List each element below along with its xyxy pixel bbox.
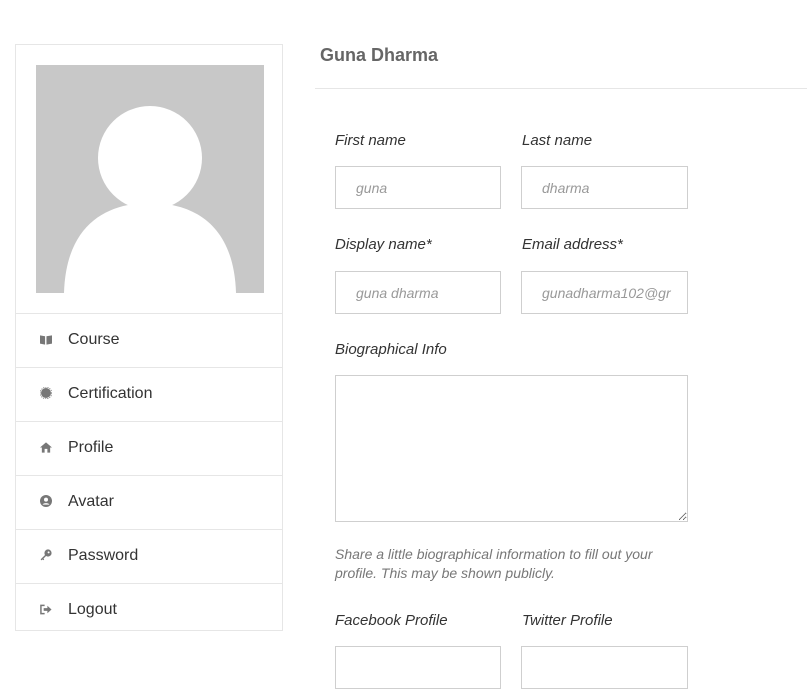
key-icon xyxy=(40,549,52,561)
header-divider xyxy=(315,88,807,89)
sidebar-item-label: Logout xyxy=(68,601,117,618)
page-title: Guna Dharma xyxy=(320,45,439,65)
sidebar-item-logout[interactable]: Logout xyxy=(16,584,282,637)
facebook-profile-label: Facebook Profile xyxy=(335,612,448,629)
sidebar-menu: Course Certification Profile Avatar Pass… xyxy=(16,313,282,637)
twitter-profile-field[interactable] xyxy=(521,646,688,689)
sidebar-item-avatar[interactable]: Avatar xyxy=(16,476,282,530)
last-name-label: Last name xyxy=(522,132,593,149)
bio-help-text: Share a little biographical information … xyxy=(335,546,653,581)
sidebar-item-label: Profile xyxy=(68,439,114,456)
sidebar-item-certification[interactable]: Certification xyxy=(16,368,282,422)
sidebar-item-label: Certification xyxy=(68,385,153,402)
home-icon xyxy=(40,441,52,453)
book-icon xyxy=(40,333,52,345)
badge-icon xyxy=(40,387,52,399)
bio-textarea[interactable] xyxy=(335,375,688,522)
sidebar-item-label: Course xyxy=(68,331,120,348)
last-name-field[interactable] xyxy=(521,166,688,209)
user-circle-icon xyxy=(40,495,52,507)
display-name-field[interactable] xyxy=(335,271,501,314)
bio-label: Biographical Info xyxy=(335,341,447,358)
twitter-profile-label: Twitter Profile xyxy=(522,612,613,629)
first-name-field[interactable] xyxy=(335,166,501,209)
avatar xyxy=(36,65,264,293)
sidebar-item-label: Password xyxy=(68,547,139,564)
sidebar-item-label: Avatar xyxy=(68,493,114,510)
email-label: Email address* xyxy=(522,236,623,253)
display-name-label: Display name* xyxy=(335,236,432,253)
default-avatar-icon xyxy=(36,65,264,293)
sidebar-item-password[interactable]: Password xyxy=(16,530,282,584)
sidebar-item-profile[interactable]: Profile xyxy=(16,422,282,476)
account-sidebar: Course Certification Profile Avatar Pass… xyxy=(15,44,283,631)
first-name-label: First name xyxy=(335,132,406,149)
logout-icon xyxy=(40,603,52,615)
email-field[interactable] xyxy=(521,271,688,314)
sidebar-item-course[interactable]: Course xyxy=(16,314,282,368)
facebook-profile-field[interactable] xyxy=(335,646,501,689)
